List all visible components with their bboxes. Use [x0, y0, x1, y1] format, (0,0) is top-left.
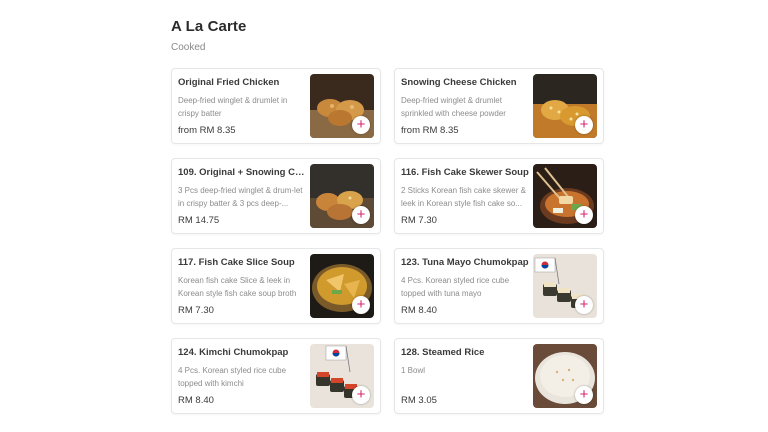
- item-price: RM 8.40: [401, 305, 437, 316]
- item-price: RM 14.75: [178, 215, 220, 226]
- item-price: from RM 8.35: [178, 125, 236, 136]
- item-price: RM 8.40: [178, 395, 214, 406]
- section-title: A La Carte: [171, 18, 247, 35]
- add-to-cart-button[interactable]: +: [575, 386, 593, 404]
- item-description: 3 Pcs deep-fried winglet & drum-let in c…: [178, 186, 303, 208]
- item-description: 4 Pcs. Korean styled rice cube topped wi…: [178, 366, 287, 388]
- cheese-chicken-image: +: [533, 74, 597, 138]
- item-description: Deep-fried winglet & drumlet sprinkled w…: [401, 96, 506, 118]
- section-subtitle: Cooked: [171, 42, 206, 53]
- menu-item-card[interactable]: 117. Fish Cake Slice Soup Korean fish ca…: [171, 248, 381, 324]
- item-description: 2 Sticks Korean fish cake skewer & leek …: [401, 186, 526, 208]
- item-price: RM 7.30: [401, 215, 437, 226]
- menu-item-card[interactable]: 123. Tuna Mayo Chumokpap 4 Pcs. Korean s…: [394, 248, 604, 324]
- menu-item-card[interactable]: 128. Steamed Rice 1 Bowl RM 3.05 +: [394, 338, 604, 414]
- item-description: Korean fish cake Slice & leek in Korean …: [178, 276, 297, 298]
- fish-cake-slice-soup-image: +: [310, 254, 374, 318]
- item-name: 124. Kimchi Chumokpap: [178, 347, 289, 358]
- combo-chicken-image: +: [310, 164, 374, 228]
- item-price: RM 3.05: [401, 395, 437, 406]
- menu-item-card[interactable]: 124. Kimchi Chumokpap 4 Pcs. Korean styl…: [171, 338, 381, 414]
- item-description: 1 Bowl: [401, 366, 426, 375]
- add-to-cart-button[interactable]: +: [352, 386, 370, 404]
- fried-chicken-image: +: [310, 74, 374, 138]
- item-name: Snowing Cheese Chicken: [401, 77, 517, 88]
- kimchi-rice-cubes-image: +: [310, 344, 374, 408]
- item-name: 116. Fish Cake Skewer Soup: [401, 167, 529, 178]
- item-description: 4 Pcs. Korean styled rice cube topped wi…: [401, 276, 510, 298]
- menu-item-card[interactable]: 116. Fish Cake Skewer Soup 2 Sticks Kore…: [394, 158, 604, 234]
- item-name: 123. Tuna Mayo Chumokpap: [401, 257, 529, 268]
- steamed-rice-image: +: [533, 344, 597, 408]
- menu-item-card[interactable]: Original Fried Chicken Deep-fried wingle…: [171, 68, 381, 144]
- add-to-cart-button[interactable]: +: [352, 116, 370, 134]
- tuna-mayo-rice-cubes-image: +: [533, 254, 597, 318]
- add-to-cart-button[interactable]: +: [352, 296, 370, 314]
- item-price: from RM 8.35: [401, 125, 459, 136]
- add-to-cart-button[interactable]: +: [352, 206, 370, 224]
- item-name: 109. Original + Snowing Ch...: [178, 167, 306, 178]
- item-name: 117. Fish Cake Slice Soup: [178, 257, 295, 268]
- item-price: RM 7.30: [178, 305, 214, 316]
- menu-item-card[interactable]: 109. Original + Snowing Ch... 3 Pcs deep…: [171, 158, 381, 234]
- add-to-cart-button[interactable]: +: [575, 296, 593, 314]
- item-description: Deep-fried winglet & drumlet in crispy b…: [178, 96, 288, 118]
- item-name: 128. Steamed Rice: [401, 347, 485, 358]
- fish-cake-skewer-soup-image: +: [533, 164, 597, 228]
- item-name: Original Fried Chicken: [178, 77, 280, 88]
- add-to-cart-button[interactable]: +: [575, 116, 593, 134]
- add-to-cart-button[interactable]: +: [575, 206, 593, 224]
- menu-item-card[interactable]: Snowing Cheese Chicken Deep-fried wingle…: [394, 68, 604, 144]
